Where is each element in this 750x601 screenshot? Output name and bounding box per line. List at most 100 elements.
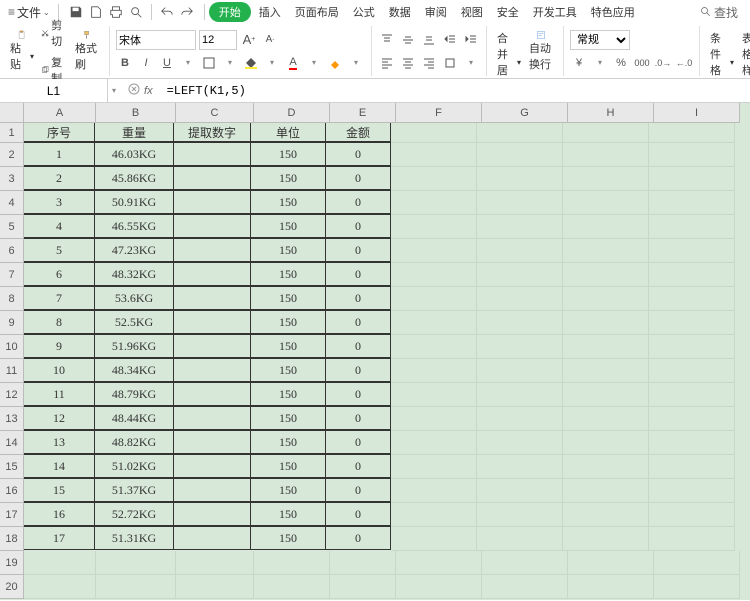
currency-button[interactable]: ¥	[570, 54, 588, 72]
tab-数据[interactable]: 数据	[383, 2, 417, 22]
increase-decimal-button[interactable]: .0→	[654, 54, 672, 72]
col-header-C[interactable]: C	[176, 103, 254, 123]
cell[interactable]	[649, 215, 735, 239]
align-center-button[interactable]	[399, 54, 417, 72]
preview-icon[interactable]	[129, 5, 143, 19]
cell[interactable]	[391, 123, 477, 143]
cell[interactable]	[391, 287, 477, 311]
cell[interactable]	[563, 215, 649, 239]
conditional-format-button[interactable]: 条件格式▾	[706, 28, 738, 74]
cell[interactable]: 150	[250, 190, 326, 214]
col-header-D[interactable]: D	[254, 103, 330, 123]
tab-公式[interactable]: 公式	[347, 2, 381, 22]
cell[interactable]	[391, 311, 477, 335]
cell[interactable]: 0	[325, 262, 391, 286]
cell[interactable]	[254, 551, 330, 575]
cell[interactable]: 提取数字	[173, 122, 251, 142]
cell[interactable]	[396, 575, 482, 599]
cell[interactable]	[477, 263, 563, 287]
cell[interactable]: 4	[23, 214, 95, 238]
cell[interactable]	[563, 167, 649, 191]
decrease-font-button[interactable]: A-	[261, 31, 279, 49]
tab-开始[interactable]: 开始	[209, 2, 251, 22]
cell[interactable]: 48.32KG	[94, 262, 174, 286]
format-painter-button[interactable]: 格式刷	[71, 28, 103, 74]
cell[interactable]	[649, 503, 735, 527]
undo-icon[interactable]	[160, 5, 174, 19]
cell[interactable]: 11	[23, 382, 95, 406]
cell[interactable]: 单位	[250, 122, 326, 142]
cell[interactable]: 9	[23, 334, 95, 358]
cell[interactable]	[477, 167, 563, 191]
cell[interactable]: 6	[23, 262, 95, 286]
cell[interactable]	[391, 503, 477, 527]
cell[interactable]: 0	[325, 334, 391, 358]
cell[interactable]	[477, 311, 563, 335]
cell[interactable]	[173, 334, 251, 358]
cell[interactable]	[477, 503, 563, 527]
row-header-6[interactable]: 6	[0, 239, 24, 263]
cell[interactable]	[649, 407, 735, 431]
cell[interactable]: 150	[250, 478, 326, 502]
increase-indent-button[interactable]	[462, 31, 480, 49]
name-box[interactable]	[0, 79, 108, 102]
cell[interactable]: 150	[250, 454, 326, 478]
cell[interactable]: 5	[23, 238, 95, 262]
cell[interactable]	[482, 551, 568, 575]
cell[interactable]	[649, 335, 735, 359]
cell[interactable]	[563, 431, 649, 455]
cell[interactable]	[477, 239, 563, 263]
cell[interactable]	[391, 527, 477, 551]
cell[interactable]: 51.96KG	[94, 334, 174, 358]
cell[interactable]: 17	[23, 526, 95, 550]
cell[interactable]	[477, 383, 563, 407]
cell[interactable]	[391, 455, 477, 479]
cell[interactable]: 0	[325, 406, 391, 430]
align-left-button[interactable]	[378, 54, 396, 72]
align-right-button[interactable]	[420, 54, 438, 72]
cell[interactable]: 8	[23, 310, 95, 334]
cell[interactable]	[477, 527, 563, 551]
cell[interactable]: 0	[325, 166, 391, 190]
row-header-16[interactable]: 16	[0, 479, 24, 503]
cell[interactable]	[96, 551, 176, 575]
cell[interactable]	[477, 335, 563, 359]
row-header-13[interactable]: 13	[0, 407, 24, 431]
merge-button[interactable]: 合并居中▾	[493, 28, 525, 74]
font-size-select[interactable]	[199, 30, 237, 50]
cell[interactable]	[173, 382, 251, 406]
cell[interactable]	[654, 575, 740, 599]
cell[interactable]: 45.86KG	[94, 166, 174, 190]
tab-审阅[interactable]: 审阅	[419, 2, 453, 22]
cell[interactable]: 150	[250, 334, 326, 358]
cell[interactable]	[563, 455, 649, 479]
cell[interactable]: 0	[325, 190, 391, 214]
cell[interactable]: 50.91KG	[94, 190, 174, 214]
cell[interactable]: 0	[325, 382, 391, 406]
cell[interactable]	[477, 287, 563, 311]
cell[interactable]: 52.72KG	[94, 502, 174, 526]
cell[interactable]: 金额	[325, 122, 391, 142]
cell[interactable]: 46.03KG	[94, 142, 174, 166]
align-bottom-button[interactable]	[420, 31, 438, 49]
cell[interactable]	[173, 502, 251, 526]
cell[interactable]	[649, 263, 735, 287]
cell[interactable]	[391, 335, 477, 359]
cell[interactable]: 51.37KG	[94, 478, 174, 502]
worksheet[interactable]: ABCDEFGHI 123456789101112131415161718192…	[0, 103, 750, 600]
cell[interactable]	[649, 143, 735, 167]
cell[interactable]	[563, 239, 649, 263]
clear-format-button[interactable]	[326, 54, 344, 72]
cell[interactable]	[173, 142, 251, 166]
cell[interactable]	[563, 311, 649, 335]
borders-button[interactable]	[200, 54, 218, 72]
cell[interactable]	[173, 406, 251, 430]
cell[interactable]	[173, 214, 251, 238]
cell[interactable]: 0	[325, 358, 391, 382]
col-header-F[interactable]: F	[396, 103, 482, 123]
cell[interactable]: 13	[23, 430, 95, 454]
save-icon[interactable]	[69, 5, 83, 19]
name-box-chevron-icon[interactable]: ▾	[108, 86, 120, 95]
cell[interactable]	[254, 575, 330, 599]
col-header-I[interactable]: I	[654, 103, 740, 123]
